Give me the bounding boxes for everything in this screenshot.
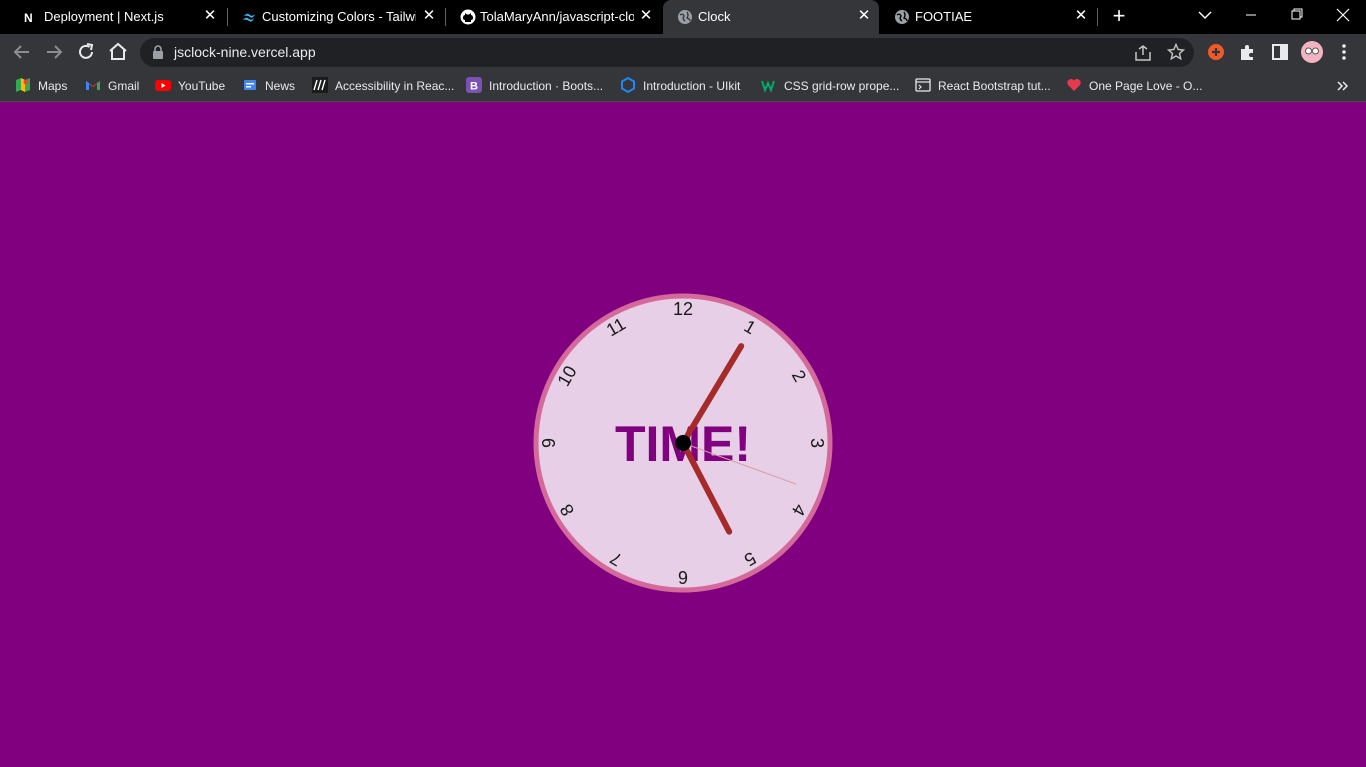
tab-title: TolaMaryAnn/javascript-clock [480,9,634,24]
share-icon[interactable] [1134,44,1152,62]
profile-avatar-icon[interactable] [1300,40,1324,64]
bookmark-youtube[interactable]: YouTube [155,76,230,96]
tab-search-chevron-icon[interactable] [1182,0,1228,30]
bookmark-label: Accessibility in Reac... [335,79,455,93]
nextjs-logo-icon: N [24,11,33,25]
more-bookmarks-chevron-icon[interactable] [1334,78,1350,94]
back-arrow-icon[interactable] [10,40,34,64]
close-window-icon[interactable] [1320,0,1366,30]
clock-number-3: 3 [807,438,827,448]
tab-separator [1097,8,1098,26]
tab-github-repo[interactable]: TolaMaryAnn/javascript-clock ✕ [446,0,662,34]
bookmark-label: Introduction · Boots... [489,79,604,93]
bookmark-label: News [265,79,296,93]
svg-text:N: N [24,11,33,25]
tab-deployment-nextjs[interactable]: N Deployment | Next.js ✕ [8,0,226,34]
bookmark-accessibility-react[interactable]: Accessibility in Reac... [312,76,457,96]
heart-icon [1067,79,1081,91]
bookmark-label: Gmail [108,79,140,93]
clock-number-9: 9 [539,438,559,448]
svg-text:B: B [470,81,478,93]
bookmark-one-page-love[interactable]: One Page Love - O... [1066,76,1206,96]
tab-title: Clock [698,9,731,24]
close-tab-icon[interactable]: ✕ [638,8,654,24]
bookmark-label: Introduction - UIkit [643,79,741,93]
lock-icon[interactable] [152,45,164,59]
clock-number-6: 6 [678,567,688,587]
tab-clock-active[interactable]: Clock ✕ [663,0,879,34]
tab-title: Customizing Colors - Tailwind [262,9,416,24]
minimize-icon[interactable] [1228,0,1274,30]
terminal-icon [915,78,931,92]
bookmark-news[interactable]: News [242,76,302,96]
clock-number-12: 12 [673,299,693,319]
analog-clock: 121234567891011 TIME! [533,293,833,593]
bookmark-label: One Page Love - O... [1089,79,1203,93]
bookmark-bootstrap[interactable]: B Introduction · Boots... [466,76,611,96]
tab-title: Deployment | Next.js [44,9,164,24]
close-tab-icon[interactable]: ✕ [1073,8,1089,24]
google-news-icon [244,80,256,90]
bookmark-maps[interactable]: Maps [15,76,75,96]
bookmark-label: CSS grid-row prope... [784,79,900,93]
new-tab-button[interactable]: + [1108,5,1130,27]
uikit-logo-icon [621,77,635,93]
tab-title: FOOTIAE [915,9,973,24]
close-tab-icon[interactable]: ✕ [202,8,218,24]
google-maps-icon [16,78,30,92]
bookmark-label: Maps [38,79,68,93]
tailwind-logo-icon [243,13,255,22]
tab-strip: N Deployment | Next.js ✕ Customizing Col… [0,0,1366,34]
youtube-icon [155,80,171,91]
address-url[interactable]: jsclock-nine.vercel.app [174,44,316,61]
globe-icon [895,10,909,24]
bookmark-uikit[interactable]: Introduction - UIkit [620,76,752,96]
browser-toolbar: jsclock-nine.vercel.app [0,34,1366,70]
globe-icon [678,10,692,24]
clock-center-pin [675,435,691,451]
bookmark-react-bootstrap[interactable]: React Bootstrap tut... [915,76,1060,96]
tab-footiae[interactable]: FOOTIAE ✕ [880,0,1096,34]
bookmark-label: YouTube [178,79,226,93]
bookmarks-bar: Maps Gmail YouTube News Accessibility in… [0,70,1366,102]
extensions-puzzle-icon[interactable] [1236,40,1260,64]
tab-customizing-colors[interactable]: Customizing Colors - Tailwind ✕ [228,0,444,34]
forward-arrow-icon[interactable] [42,40,66,64]
mdn-logo-icon [312,77,328,93]
home-icon[interactable] [106,40,130,64]
reload-icon[interactable] [74,40,98,64]
menu-kebab-icon[interactable] [1332,40,1356,64]
gmail-icon [86,81,100,90]
address-bar[interactable]: jsclock-nine.vercel.app [140,38,1194,67]
bookmark-star-icon[interactable] [1167,43,1185,61]
bookmark-css-grid-row[interactable]: CSS grid-row prope... [761,76,906,96]
github-logo-icon [460,9,476,25]
close-tab-icon[interactable]: ✕ [856,8,872,24]
side-panel-icon[interactable] [1268,40,1292,64]
clock-face-svg: 121234567891011 TIME! [533,293,833,593]
close-tab-icon[interactable]: ✕ [421,8,437,24]
extension-plus-icon[interactable] [1204,40,1228,64]
w3schools-logo-icon [761,80,775,93]
bookmark-gmail[interactable]: Gmail [85,76,145,96]
bootstrap-logo-icon: B [466,77,482,93]
restore-icon[interactable] [1274,0,1320,30]
bookmark-label: React Bootstrap tut... [938,79,1051,93]
